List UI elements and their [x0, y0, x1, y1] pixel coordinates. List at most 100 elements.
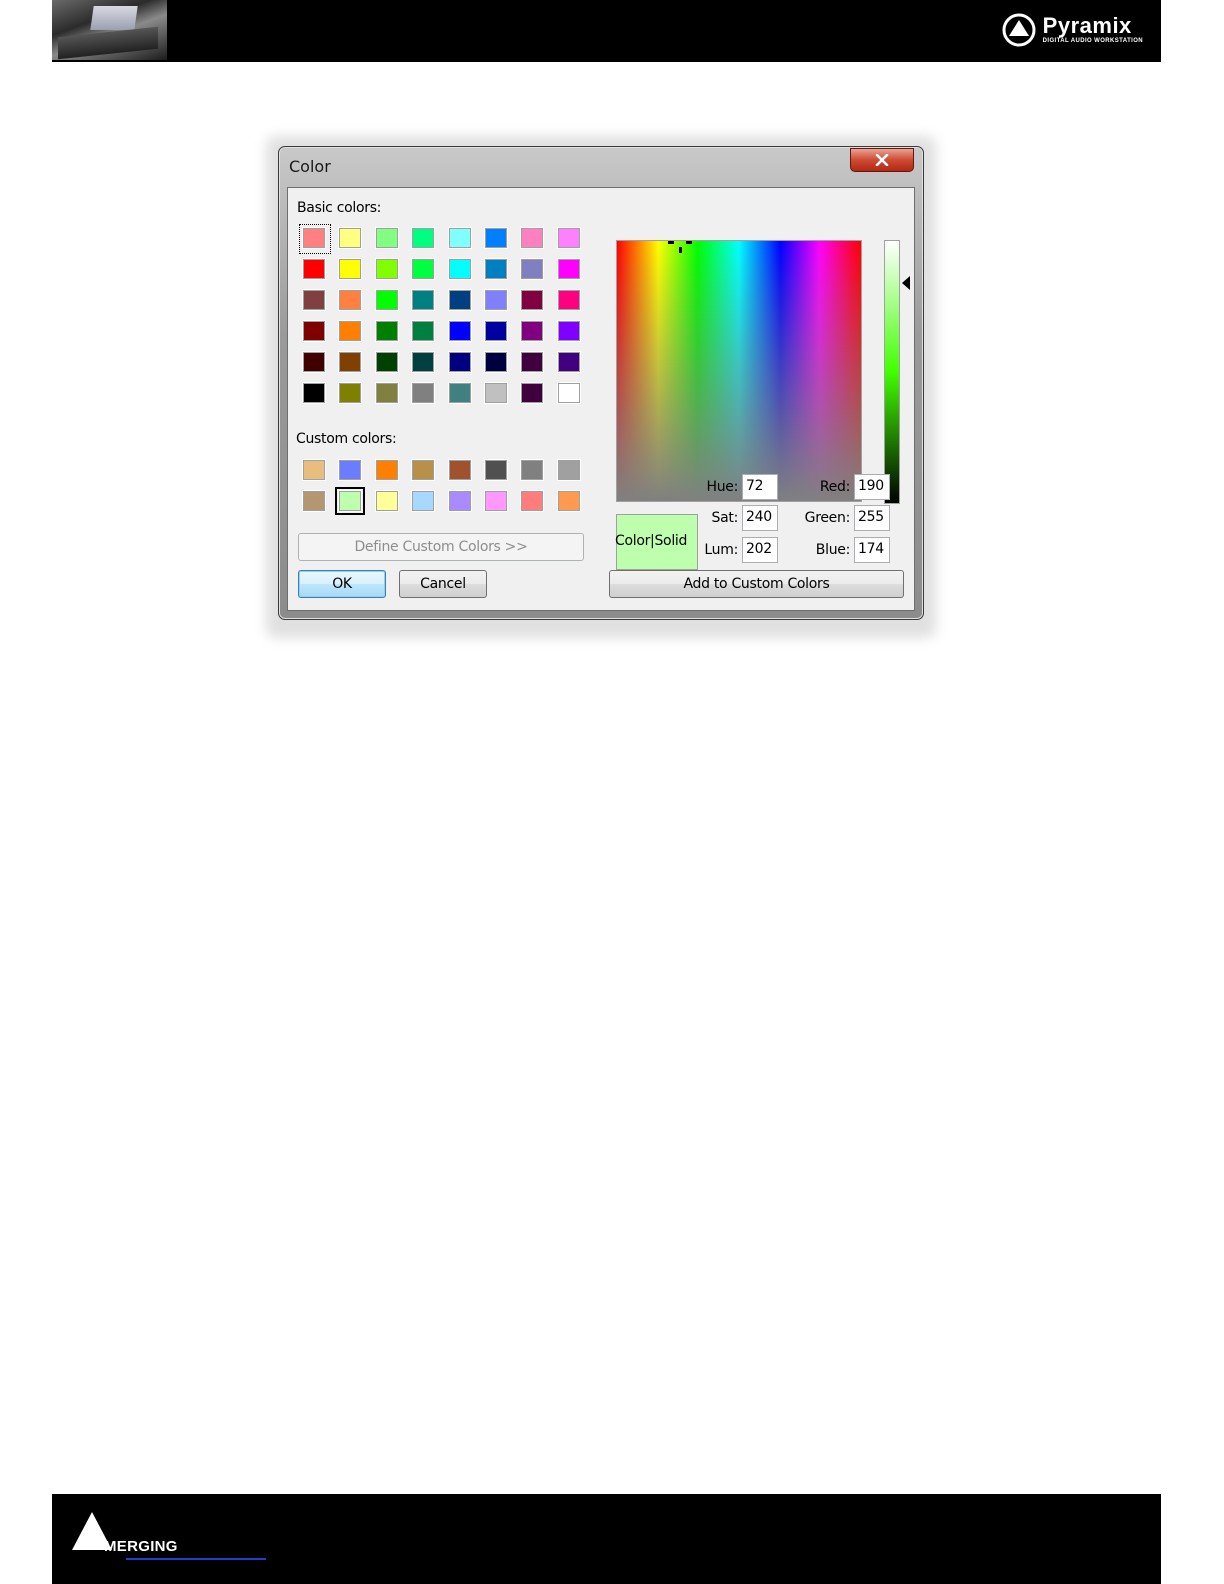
basic-color-swatch[interactable]	[520, 227, 545, 249]
basic-color-swatch[interactable]	[338, 351, 363, 373]
basic-color-swatch[interactable]	[302, 351, 326, 373]
basic-color-swatch[interactable]	[302, 258, 326, 280]
color-dialog: Color Basic colors: Custom colors: Defin…	[278, 146, 924, 620]
basic-color-swatch[interactable]	[484, 351, 508, 373]
basic-color-swatch[interactable]	[447, 289, 472, 311]
basic-color-swatch[interactable]	[374, 227, 399, 249]
basic-color-swatch[interactable]	[556, 351, 581, 373]
basic-color-swatch[interactable]	[520, 351, 545, 373]
custom-color-swatch[interactable]	[338, 459, 363, 481]
red-field[interactable]: 190	[854, 474, 890, 500]
dialog-title: Color	[289, 157, 331, 176]
custom-color-swatch[interactable]	[484, 459, 508, 481]
add-to-custom-colors-button[interactable]: Add to Custom Colors	[609, 570, 904, 598]
color-solid-label: Color|Solid	[615, 533, 688, 549]
basic-color-swatch[interactable]	[302, 382, 326, 404]
merging-logo-text: MERGING	[104, 1538, 178, 1555]
basic-color-swatch[interactable]	[556, 320, 581, 342]
footer-link-underline[interactable]	[126, 1558, 266, 1560]
basic-color-swatch[interactable]	[520, 289, 545, 311]
basic-color-swatch[interactable]	[484, 227, 508, 249]
basic-color-swatch[interactable]	[520, 258, 545, 280]
custom-color-swatch[interactable]	[338, 490, 363, 512]
hue-field[interactable]: 72	[742, 474, 778, 500]
basic-color-swatch[interactable]	[484, 320, 508, 342]
custom-color-swatch[interactable]	[520, 459, 545, 481]
basic-color-swatch[interactable]	[411, 351, 436, 373]
custom-color-swatch[interactable]	[447, 459, 472, 481]
brand-name: Pyramix	[1042, 13, 1132, 38]
basic-color-swatch[interactable]	[374, 320, 399, 342]
lum-field[interactable]: 202	[742, 537, 778, 563]
page-header: Pyramix DIGITAL AUDIO WORKSTATION	[52, 0, 1161, 62]
basic-color-swatch[interactable]	[411, 382, 436, 404]
basic-color-swatch[interactable]	[374, 382, 399, 404]
basic-color-swatch[interactable]	[411, 227, 436, 249]
basic-color-swatch[interactable]	[374, 289, 399, 311]
header-photo	[52, 0, 167, 60]
basic-color-swatch[interactable]	[520, 382, 545, 404]
dialog-client-area: Basic colors: Custom colors: Define Cust…	[287, 187, 915, 611]
basic-color-swatch[interactable]	[447, 258, 472, 280]
basic-color-swatch[interactable]	[338, 227, 363, 249]
basic-color-swatch[interactable]	[411, 320, 436, 342]
red-label: Red:	[819, 479, 850, 495]
basic-color-swatch[interactable]	[338, 258, 363, 280]
hue-label: Hue:	[706, 479, 738, 495]
custom-color-swatch[interactable]	[411, 490, 436, 512]
basic-color-swatch[interactable]	[556, 289, 581, 311]
basic-colors-label: Basic colors:	[297, 200, 382, 216]
close-button[interactable]	[850, 148, 914, 172]
luminosity-bar[interactable]	[884, 240, 900, 504]
basic-color-swatch[interactable]	[447, 382, 472, 404]
custom-color-swatch[interactable]	[374, 459, 399, 481]
close-icon	[875, 154, 889, 166]
basic-color-swatch[interactable]	[302, 289, 326, 311]
custom-color-swatch[interactable]	[520, 490, 545, 512]
basic-color-swatch[interactable]	[374, 258, 399, 280]
custom-color-swatch[interactable]	[556, 459, 581, 481]
basic-color-swatch[interactable]	[411, 258, 436, 280]
page-footer: MERGING	[52, 1494, 1161, 1584]
green-label: Green:	[804, 510, 851, 526]
pyramix-logo: Pyramix DIGITAL AUDIO WORKSTATION	[1001, 10, 1143, 50]
sat-field[interactable]: 240	[742, 505, 778, 531]
cancel-button[interactable]: Cancel	[399, 570, 487, 598]
basic-color-swatch[interactable]	[374, 351, 399, 373]
custom-color-swatch[interactable]	[556, 490, 581, 512]
crosshair-icon	[668, 241, 692, 253]
custom-color-swatch[interactable]	[484, 490, 508, 512]
basic-color-swatch[interactable]	[338, 320, 363, 342]
color-spectrum[interactable]	[616, 240, 862, 502]
luminosity-arrow-icon[interactable]	[902, 276, 910, 290]
custom-color-swatch[interactable]	[302, 459, 326, 481]
basic-color-swatch[interactable]	[338, 289, 363, 311]
basic-color-swatch[interactable]	[447, 351, 472, 373]
blue-label: Blue:	[815, 542, 851, 558]
custom-colors-label: Custom colors:	[296, 431, 397, 447]
green-field[interactable]: 255	[854, 505, 890, 531]
basic-color-swatch[interactable]	[447, 320, 472, 342]
basic-color-swatch[interactable]	[556, 258, 581, 280]
lum-label: Lum:	[704, 542, 738, 558]
basic-color-swatch[interactable]	[484, 382, 508, 404]
basic-color-swatch[interactable]	[556, 382, 581, 404]
basic-color-swatch[interactable]	[484, 289, 508, 311]
ok-button[interactable]: OK	[298, 570, 386, 598]
define-custom-colors-button[interactable]: Define Custom Colors >>	[298, 533, 584, 561]
basic-color-swatch[interactable]	[556, 227, 581, 249]
basic-color-swatch[interactable]	[484, 258, 508, 280]
basic-color-swatch[interactable]	[520, 320, 545, 342]
brand-subtitle: DIGITAL AUDIO WORKSTATION	[1042, 38, 1143, 44]
blue-field[interactable]: 174	[854, 537, 890, 563]
custom-color-swatch[interactable]	[302, 490, 326, 512]
custom-color-swatch[interactable]	[411, 459, 436, 481]
pyramix-triangle-icon	[1002, 13, 1036, 47]
custom-color-swatch[interactable]	[374, 490, 399, 512]
basic-color-swatch[interactable]	[338, 382, 363, 404]
custom-color-swatch[interactable]	[447, 490, 472, 512]
basic-color-swatch[interactable]	[411, 289, 436, 311]
basic-color-swatch[interactable]	[447, 227, 472, 249]
basic-color-swatch[interactable]	[302, 320, 326, 342]
basic-color-swatch[interactable]	[302, 227, 326, 249]
